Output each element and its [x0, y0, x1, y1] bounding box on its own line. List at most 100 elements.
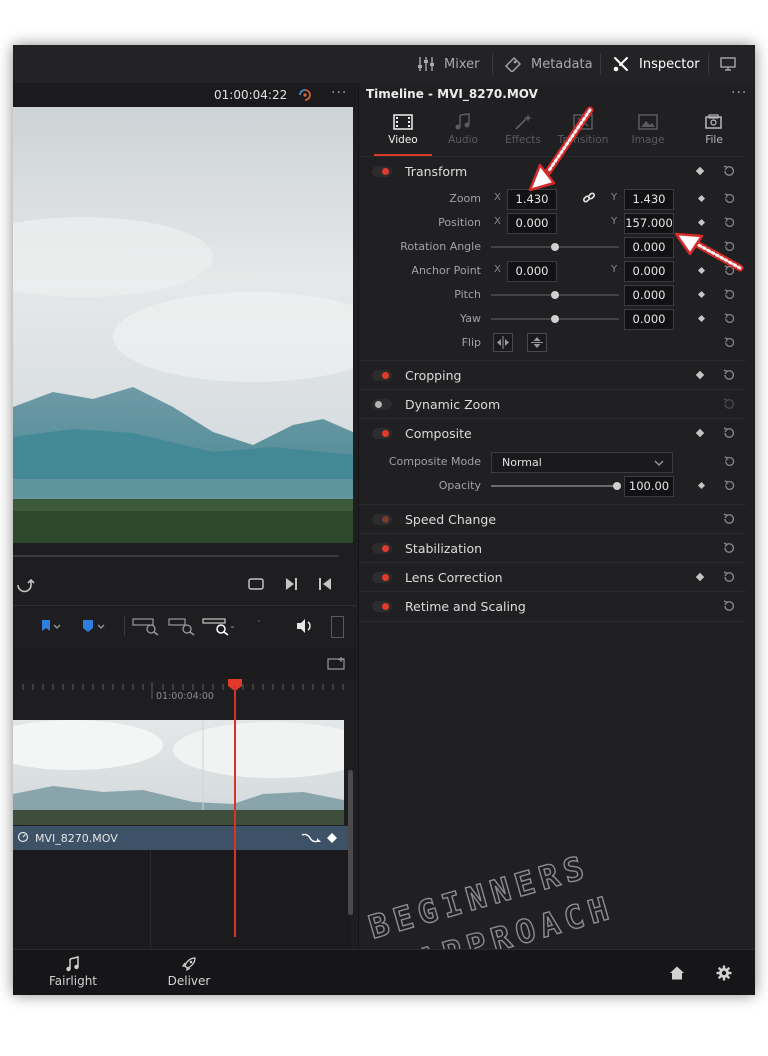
slider-knob[interactable]: [551, 291, 559, 299]
tab-audio[interactable]: Audio: [433, 105, 493, 155]
clip-curve-icon[interactable]: [301, 831, 323, 848]
more-options-icon[interactable]: ···: [331, 85, 347, 101]
slider-knob[interactable]: [551, 243, 559, 251]
stabilization-toggle[interactable]: [372, 543, 392, 554]
position-y-field[interactable]: 157.000: [624, 213, 674, 234]
next-frame-icon[interactable]: [283, 576, 299, 596]
flip-horizontal-button[interactable]: [493, 333, 513, 352]
viewer-scrubber[interactable]: [13, 555, 339, 557]
transform-section-header[interactable]: Transform: [359, 156, 746, 186]
loop-icon[interactable]: [15, 575, 35, 597]
reset-icon[interactable]: [723, 312, 736, 325]
gear-icon[interactable]: [715, 964, 733, 986]
anchor-y-field[interactable]: 0.000: [624, 261, 674, 282]
tab-image[interactable]: Image: [618, 105, 678, 155]
yaw-slider[interactable]: [491, 315, 619, 323]
zoom-y-field[interactable]: 1.430: [624, 189, 674, 210]
dynamic-zoom-toggle[interactable]: [372, 399, 392, 410]
pitch-slider[interactable]: [491, 291, 619, 299]
zoom-detail-icon[interactable]: [167, 616, 197, 640]
match-frame-icon[interactable]: [246, 576, 266, 596]
previous-clip-icon[interactable]: [317, 576, 333, 596]
keyframe-icon[interactable]: [697, 290, 706, 299]
home-icon[interactable]: [669, 965, 685, 985]
speed-change-section-header[interactable]: Speed Change: [359, 504, 746, 534]
timeline-scrollbar[interactable]: [348, 770, 353, 915]
retime-toggle[interactable]: [372, 601, 392, 612]
cropping-toggle[interactable]: [372, 370, 392, 381]
metadata-button[interactable]: Metadata: [504, 45, 593, 83]
rotation-field[interactable]: 0.000: [624, 237, 674, 258]
reset-icon[interactable]: [723, 192, 736, 205]
playhead-line[interactable]: [234, 685, 236, 937]
timeline-options-icon[interactable]: [327, 656, 347, 676]
keyframe-icon[interactable]: [695, 166, 705, 176]
reset-icon[interactable]: [723, 479, 736, 492]
viewer-canvas[interactable]: [13, 107, 353, 543]
sync-icon[interactable]: [296, 86, 314, 107]
clip-bar[interactable]: MVI_8270.MOV: [13, 826, 351, 850]
fullscreen-button[interactable]: [719, 45, 746, 83]
audio-volume-icon[interactable]: [295, 617, 315, 639]
reset-icon[interactable]: [722, 164, 736, 178]
clip-keyframe-icon[interactable]: [326, 832, 338, 847]
link-icon[interactable]: [582, 191, 596, 208]
reset-icon[interactable]: [722, 570, 736, 584]
reset-icon[interactable]: [722, 512, 736, 526]
tab-video[interactable]: Video: [373, 105, 433, 155]
pitch-field[interactable]: 0.000: [624, 285, 674, 306]
timeline-ruler[interactable]: 01:00:04:00: [13, 679, 351, 709]
anchor-x-field[interactable]: 0.000: [507, 261, 557, 282]
rotation-slider[interactable]: [491, 243, 619, 251]
zoom-x-field[interactable]: 1.430: [507, 189, 557, 210]
retime-section-header[interactable]: Retime and Scaling: [359, 591, 746, 622]
lens-correction-section-header[interactable]: Lens Correction: [359, 562, 746, 592]
reset-icon[interactable]: [722, 368, 736, 382]
composite-section-header[interactable]: Composite: [359, 418, 746, 448]
keyframe-icon[interactable]: [695, 370, 705, 380]
slider-knob[interactable]: [613, 482, 621, 490]
flip-vertical-button[interactable]: [527, 333, 547, 352]
keyframe-icon[interactable]: [697, 194, 706, 203]
lens-correction-toggle[interactable]: [372, 572, 392, 583]
track-area[interactable]: [13, 850, 351, 950]
audio-meter-icon[interactable]: [331, 616, 344, 638]
keyframe-icon[interactable]: [697, 481, 706, 490]
keyframe-icon[interactable]: [697, 242, 706, 251]
reset-icon[interactable]: [723, 264, 736, 277]
reset-icon[interactable]: [722, 397, 736, 411]
dynamic-zoom-section-header[interactable]: Dynamic Zoom: [359, 389, 746, 419]
cropping-section-header[interactable]: Cropping: [359, 360, 746, 390]
zoom-custom-icon[interactable]: [201, 616, 235, 640]
tab-transition[interactable]: Transition: [553, 105, 613, 155]
tab-file[interactable]: File: [684, 105, 744, 155]
transform-toggle[interactable]: [372, 166, 392, 177]
opacity-field[interactable]: 100.00: [624, 476, 674, 497]
keyframe-icon[interactable]: [697, 314, 706, 323]
zoom-full-icon[interactable]: [131, 616, 161, 640]
slider-knob[interactable]: [551, 315, 559, 323]
position-x-field[interactable]: 0.000: [507, 213, 557, 234]
speed-change-toggle[interactable]: [372, 514, 392, 525]
reset-icon[interactable]: [723, 216, 736, 229]
reset-icon[interactable]: [723, 240, 736, 253]
composite-toggle[interactable]: [372, 428, 392, 439]
keyframe-icon[interactable]: [695, 428, 705, 438]
opacity-slider[interactable]: [491, 482, 621, 490]
fairlight-page-button[interactable]: Fairlight: [43, 950, 103, 995]
deliver-page-button[interactable]: Deliver: [159, 950, 219, 995]
keyframe-icon[interactable]: [697, 266, 706, 275]
composite-mode-dropdown[interactable]: Normal: [491, 452, 673, 473]
tab-effects[interactable]: Effects: [493, 105, 553, 155]
clip-thumbnail[interactable]: [13, 720, 344, 825]
reset-icon[interactable]: [723, 336, 736, 349]
reset-icon[interactable]: [722, 541, 736, 555]
reset-icon[interactable]: [723, 455, 736, 468]
flag-icon[interactable]: [40, 618, 64, 638]
marker-icon[interactable]: [81, 618, 109, 638]
yaw-field[interactable]: 0.000: [624, 309, 674, 330]
reset-icon[interactable]: [722, 426, 736, 440]
inspector-more-icon[interactable]: ···: [731, 85, 747, 101]
reset-icon[interactable]: [723, 288, 736, 301]
inspector-button[interactable]: Inspector: [612, 45, 700, 83]
